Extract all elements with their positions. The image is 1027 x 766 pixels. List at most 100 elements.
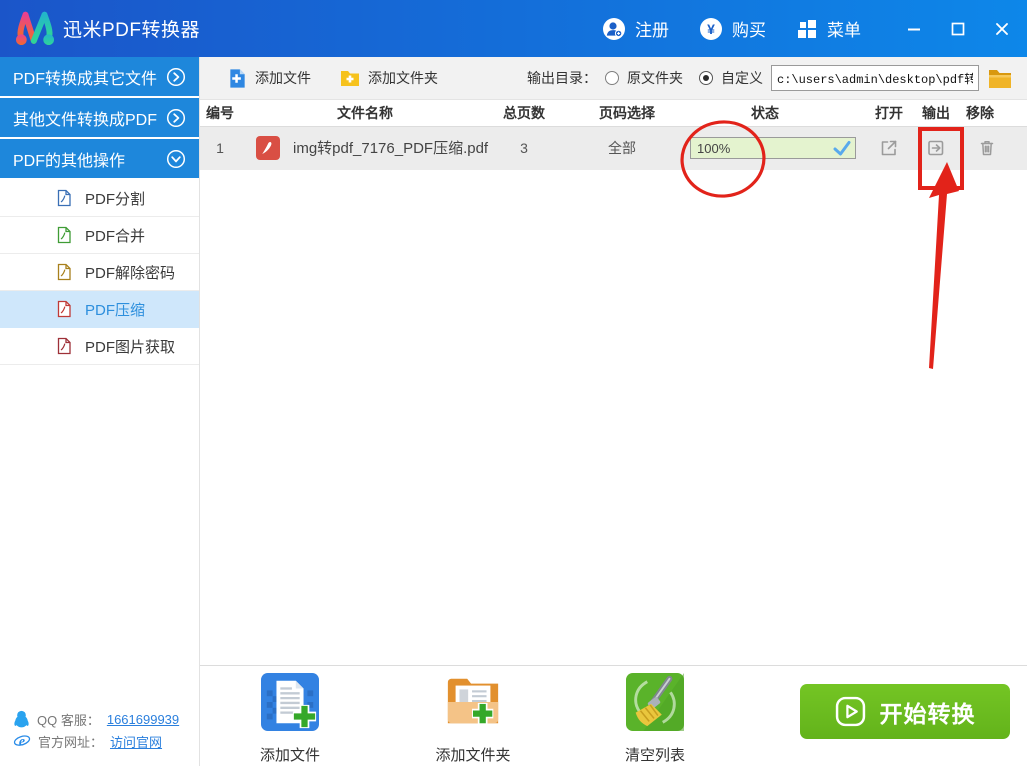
browser-e-icon: e [13,735,31,750]
clear-list-button[interactable]: 清空列表 [590,673,720,765]
header-status: 状态 [751,105,779,121]
pdf-file-icon [57,226,71,244]
sidebar-item-pdf-compress[interactable]: PDF压缩 [0,291,199,328]
menu-label: 菜单 [827,21,861,40]
start-convert-button[interactable]: 开始转换 [800,684,1010,739]
header-index: 编号 [206,105,234,121]
minimize-button[interactable] [905,20,923,38]
cell-filename: img转pdf_7176_PDF压缩.pdf [293,140,489,157]
sidebar-item-pdf-split[interactable]: PDF分割 [0,180,199,217]
bottom-panel: 添加文件 添加文件夹 清空列表 开始转换 [200,665,1027,766]
yuan-icon: ¥ [700,17,722,40]
progress-percent: 100% [697,140,731,156]
sidebar-item-label: PDF合并 [85,227,146,245]
qq-number-link[interactable]: 1661699939 [107,712,179,727]
official-site-link[interactable]: 访问官网 [110,732,162,751]
category-label: 其他文件转换成PDF [13,111,158,129]
toolbar: 添加文件 添加文件夹 输出目录： 原文件夹 自定义 [200,57,1027,100]
svg-text:¥: ¥ [707,21,715,37]
radio-original-label[interactable]: 原文件夹 [627,68,683,88]
sidebar: PDF转换成其它文件 其他文件转换成PDF PDF的其他操作 PDF分割 PDF… [0,57,200,766]
browse-folder-icon[interactable] [987,67,1013,89]
pdf-file-icon [57,189,71,207]
main-area: 添加文件 添加文件夹 输出目录： 原文件夹 自定义 c:\users\admin… [200,57,1027,766]
add-file-icon [230,68,245,88]
maximize-button[interactable] [949,20,967,38]
sidebar-item-pdf-remove-password[interactable]: PDF解除密码 [0,254,199,291]
add-folder-icon [341,71,359,86]
output-folder-icon[interactable] [925,137,947,159]
category-label: PDF转换成其它文件 [13,70,158,88]
qq-icon [14,710,29,728]
add-folder-big-label: 添加文件夹 [435,747,511,764]
radio-custom-folder[interactable] [699,71,713,85]
header-output: 输出 [922,105,950,121]
pdf-red-icon [256,136,280,160]
sidebar-category-pdf-other-ops[interactable]: PDF的其他操作 [0,139,199,178]
official-site-label: 官方网址： [38,734,104,750]
chevron-right-circle-icon [166,67,186,86]
pdf-file-icon [57,337,71,355]
clear-list-broom-icon [626,673,684,731]
add-folder-big-icon [447,678,499,725]
titlebar-actions: 注册 ¥ 购买 菜单 [602,16,861,41]
buy-label: 购买 [732,21,766,40]
pdf-file-icon [57,263,71,281]
add-file-label: 添加文件 [255,70,311,86]
cell-index: 1 [216,140,224,156]
table-header: 编号 文件名称 总页数 页码选择 状态 打开 输出 移除 [200,100,1027,127]
header-remove: 移除 [966,105,994,121]
output-path-input[interactable] [771,65,979,91]
open-file-icon[interactable] [878,137,900,159]
menu-button[interactable]: 菜单 [796,16,861,41]
sidebar-category-pdf-to-other[interactable]: PDF转换成其它文件 [0,57,199,96]
title-bar: 迅米PDF转换器 注册 ¥ 购买 菜单 [0,0,1027,57]
chevron-down-circle-icon [166,149,186,168]
table-row[interactable]: 1 img转pdf_7176_PDF压缩.pdf 3 全部 100% [200,127,1027,170]
play-icon [835,696,865,727]
sidebar-item-label: PDF分割 [85,190,146,208]
register-button[interactable]: 注册 [602,16,669,41]
check-icon [833,140,851,155]
app-title: 迅米PDF转换器 [63,20,201,41]
start-convert-label: 开始转换 [879,700,976,727]
delete-trash-icon[interactable] [976,137,998,159]
add-folder-label: 添加文件夹 [368,70,438,86]
app-window: 迅米PDF转换器 注册 ¥ 购买 菜单 PDF转换成其它文件 其他文件转换成PD… [0,0,1027,766]
output-dir-label: 输出目录： [527,70,597,86]
window-controls [905,20,1011,38]
add-file-button[interactable]: 添加文件 [227,68,311,89]
chevron-right-circle-icon [166,108,186,127]
header-open: 打开 [875,105,903,121]
sidebar-item-label: PDF压缩 [85,301,146,319]
header-page-selection: 页码选择 [599,105,655,121]
sidebar-item-pdf-merge[interactable]: PDF合并 [0,217,199,254]
clear-list-label: 清空列表 [624,747,685,764]
add-file-big-label: 添加文件 [259,747,320,764]
add-file-big-button[interactable]: 添加文件 [225,673,355,765]
close-button[interactable] [993,20,1011,38]
radio-custom-label[interactable]: 自定义 [721,68,763,88]
buy-button[interactable]: ¥ 购买 [699,16,766,41]
sidebar-item-label: PDF图片获取 [85,338,176,356]
app-logo-icon [16,11,54,45]
add-folder-button[interactable]: 添加文件夹 [339,68,438,88]
radio-original-folder[interactable] [605,71,619,85]
add-folder-big-button[interactable]: 添加文件夹 [408,673,538,765]
register-label: 注册 [635,21,669,40]
add-file-big-icon [261,673,319,731]
menu-grid-icon [798,19,816,38]
output-dir-group: 输出目录： 原文件夹 自定义 [527,65,1013,91]
contact-block: QQ 客服： 1661699939 e 官方网址： 访问官网 [13,708,179,752]
sidebar-item-label: PDF解除密码 [85,264,176,282]
file-list-empty-area [200,170,1027,665]
header-filename: 文件名称 [337,105,393,121]
pdf-file-icon [57,300,71,318]
sidebar-category-other-to-pdf[interactable]: 其他文件转换成PDF [0,98,199,137]
category-label: PDF的其他操作 [13,152,126,170]
progress-bar: 100% [690,137,856,159]
sidebar-item-pdf-extract-images[interactable]: PDF图片获取 [0,328,199,365]
cell-total-pages: 3 [520,140,528,156]
register-user-icon [603,17,625,40]
cell-page-selection: 全部 [608,140,636,156]
